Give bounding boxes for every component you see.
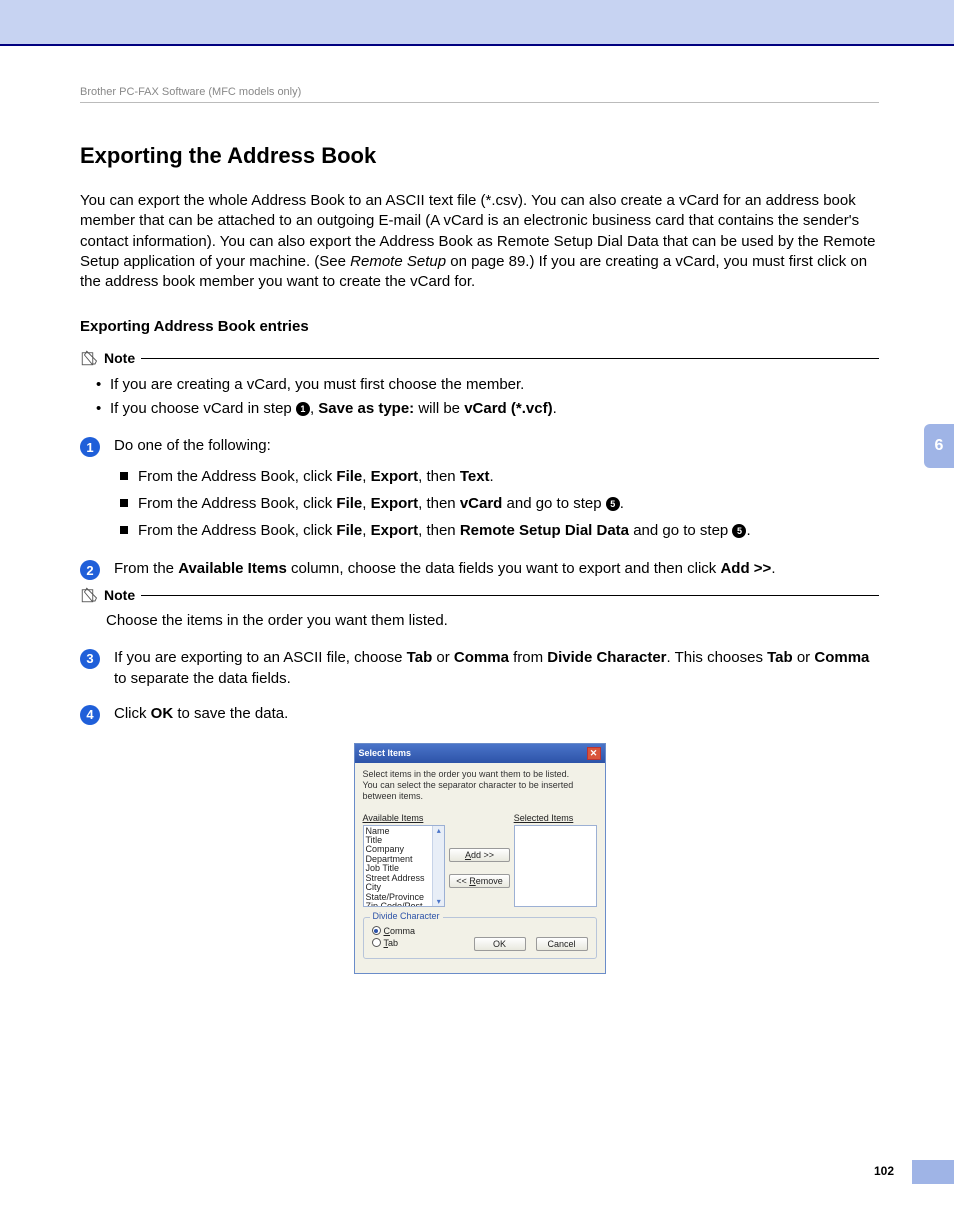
note-rule-2 (141, 595, 879, 596)
step1-body: Do one of the following: (114, 435, 271, 456)
note-list-1: If you are creating a vCard, you must fi… (80, 373, 879, 421)
step1-option-text: From the Address Book, click File, Expor… (120, 463, 879, 490)
remove-button[interactable]: << Remove (449, 874, 510, 888)
note-rule (141, 358, 879, 359)
note-header-2: Note (80, 586, 879, 604)
page-content: Brother PC-FAX Software (MFC models only… (0, 46, 954, 974)
dialog-cancel-button[interactable]: Cancel (536, 937, 588, 951)
available-items-listbox[interactable]: NameTitleCompanyDepartmentJob TitleStree… (363, 825, 446, 907)
step-circle-3: 3 (80, 649, 100, 669)
chapter-side-tab: 6 (924, 424, 954, 468)
radio-tab-input[interactable] (372, 938, 381, 947)
note-label-2: Note (104, 587, 135, 603)
note-pencil-icon (80, 349, 98, 367)
step1-option-rsdd: From the Address Book, click File, Expor… (120, 517, 879, 544)
scroll-up-icon[interactable]: ▴ (437, 826, 441, 835)
subheading: Exporting Address Book entries (80, 318, 879, 335)
step-circle-2: 2 (80, 560, 100, 580)
add-button[interactable]: Add >> (449, 848, 510, 862)
radio-comma[interactable]: Comma (372, 926, 588, 936)
step-1: 1 Do one of the following: (80, 435, 879, 457)
step-3: 3 If you are exporting to an ASCII file,… (80, 647, 879, 689)
divide-character-group: Divide Character Comma Tab OK Cancel (363, 917, 597, 959)
note2-body: Choose the items in the order you want t… (80, 610, 879, 633)
selected-items-label: Selected Items (514, 813, 597, 823)
divide-character-legend: Divide Character (370, 911, 443, 921)
available-items-label: Available Items (363, 813, 446, 823)
step-ref-5a-icon: 5 (606, 497, 620, 511)
thumb-stripe (912, 1160, 954, 1184)
dialog-close-button[interactable]: ✕ (587, 747, 601, 760)
list-item[interactable]: Zip Code/Post Code (366, 902, 431, 906)
dialog-instructions: Select items in the order you want them … (363, 769, 597, 803)
radio-comma-input[interactable] (372, 926, 381, 935)
page-number: 102 (874, 1164, 894, 1178)
step3-body: If you are exporting to an ASCII file, c… (114, 647, 879, 689)
note-header-1: Note (80, 349, 879, 367)
scroll-down-icon[interactable]: ▾ (437, 897, 441, 906)
step1-option-vcard: From the Address Book, click File, Expor… (120, 490, 879, 517)
step-2: 2 From the Available Items column, choos… (80, 558, 879, 580)
intro-paragraph: You can export the whole Address Book to… (80, 191, 879, 292)
dialog-screenshot: Select Items ✕ Select items in the order… (80, 743, 879, 974)
dialog-ok-button[interactable]: OK (474, 937, 526, 951)
note1-bullet1: If you are creating a vCard, you must fi… (98, 373, 879, 397)
dialog-title-text: Select Items (359, 748, 412, 758)
note-pencil-icon-2 (80, 586, 98, 604)
note1-bullet2: If you choose vCard in step 1, Save as t… (98, 397, 879, 421)
top-band (0, 0, 954, 46)
listbox-scrollbar[interactable]: ▴ ▾ (432, 826, 444, 906)
step2-body: From the Available Items column, choose … (114, 558, 775, 579)
page-header: Brother PC-FAX Software (MFC models only… (80, 86, 879, 103)
step-ref-1-icon: 1 (296, 402, 310, 416)
step-circle-1: 1 (80, 437, 100, 457)
note-label: Note (104, 350, 135, 366)
step-ref-5b-icon: 5 (732, 524, 746, 538)
remote-setup-link[interactable]: Remote Setup (350, 253, 446, 270)
step-4: 4 Click OK to save the data. (80, 703, 879, 725)
step-circle-4: 4 (80, 705, 100, 725)
section-title: Exporting the Address Book (80, 143, 879, 169)
step4-body: Click OK to save the data. (114, 703, 288, 724)
select-items-dialog: Select Items ✕ Select items in the order… (354, 743, 606, 974)
dialog-titlebar: Select Items ✕ (355, 744, 605, 763)
selected-items-listbox[interactable] (514, 825, 597, 907)
step1-options: From the Address Book, click File, Expor… (80, 463, 879, 544)
